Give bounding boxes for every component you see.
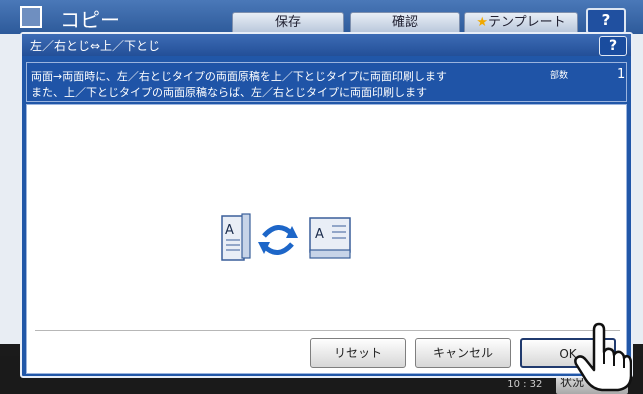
binding-dialog: 左／右とじ⇔上／下とじ ? 両面→両面時に、左／右とじタイプの両面原稿を上／下と… [20,32,633,378]
star-icon: ★ [476,15,489,30]
left-doc-letter: A [225,223,234,238]
dialog-message-line1: 両面→両面時に、左／右とじタイプの両面原稿を上／下とじタイプに両面印刷します [31,70,447,83]
dialog-titlebar: 左／右とじ⇔上／下とじ ? [22,34,631,56]
tab-template[interactable]: ★テンプレート [464,12,578,34]
app-title: コピー [60,8,120,32]
copy-screen: コピー 保存 確認 ★テンプレート ? 2017/11/17 10 : 32 状… [0,0,643,394]
dialog-content: A A リセット キャンセル OK [26,104,627,374]
tab-confirm[interactable]: 確認 [350,12,460,34]
dialog-separator [35,330,620,331]
copies-label: 部数 [550,71,569,81]
rotate-arrows-icon [258,225,298,255]
dialog-message-line2: また、上／下とじタイプの両面原稿ならば、左／右とじタイプに両面印刷します [31,86,427,99]
binding-conversion-illustration: A A [221,213,351,261]
top-bottom-binding-doc-icon: A [309,217,351,259]
cancel-button[interactable]: キャンセル [415,338,511,368]
dialog-title: 左／右とじ⇔上／下とじ [30,39,161,53]
copies-value: 1 [617,67,626,82]
tab-save[interactable]: 保存 [232,12,344,34]
copy-app-icon [20,6,42,28]
reset-button[interactable]: リセット [310,338,406,368]
help-button[interactable]: ? [586,8,626,34]
dialog-help-button[interactable]: ? [599,36,627,56]
right-doc-letter: A [315,227,324,242]
background-header: コピー 保存 確認 ★テンプレート ? [0,0,643,34]
left-right-binding-doc-icon: A [221,213,251,261]
hand-pointer-icon [574,322,632,392]
dialog-info-panel: 両面→両面時に、左／右とじタイプの両面原稿を上／下とじタイプに両面印刷します ま… [26,62,627,102]
tab-template-label: テンプレート [488,15,566,30]
